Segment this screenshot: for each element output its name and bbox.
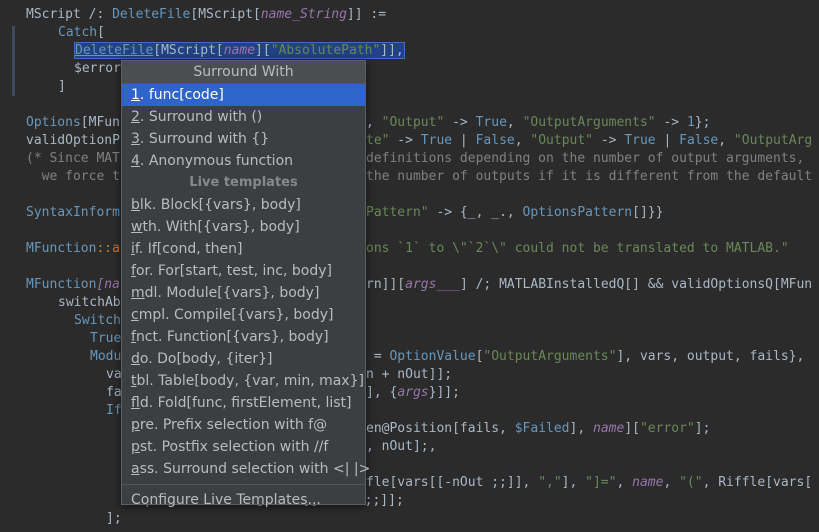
surround-option[interactable]: 1. func[code] [122, 84, 365, 106]
menu-item-label: st. Postfix selection with //f [139, 439, 329, 455]
live-template-item[interactable]: wth. With[{vars}, body] [122, 216, 365, 238]
menu-item-label: . func[code] [139, 87, 224, 103]
mnemonic: p [131, 417, 140, 433]
code-line: True [90, 331, 122, 346]
code-line: va [106, 367, 122, 382]
code-line: fle[vars[[-nOut ;;]], ","], "]=", name, … [366, 475, 813, 490]
code-line: Pattern" -> {_, _., OptionsPattern[]}} [366, 205, 664, 220]
separator [122, 484, 365, 485]
popup-title: Surround With [122, 61, 365, 84]
live-template-item[interactable]: mdl. Module[{vars}, body] [122, 282, 365, 304]
mnemonic: m [131, 285, 145, 301]
code-line: ] [58, 79, 66, 94]
menu-item-label: ss. Surround selection with <| |> [139, 461, 371, 477]
mnemonic: p [131, 439, 140, 455]
code-line: MScript /: DeleteFile[MScript[name_Strin… [26, 7, 387, 22]
menu-item-label: re. Prefix selection with f@ [139, 417, 328, 433]
mnemonic: c [131, 307, 139, 323]
surround-option[interactable]: 3. Surround with {} [122, 128, 365, 150]
surround-options: 1. func[code] 2. Surround with () 3. Surro… [122, 84, 365, 172]
code-line: , "Output" -> True, "OutputArguments" ->… [366, 115, 711, 130]
code-line: Options[MFun [26, 115, 120, 130]
code-line: = OptionValue["OutputArguments"], vars, … [366, 349, 805, 364]
menu-item-label: ld. Fold[func, firstElement, list] [139, 395, 352, 411]
menu-item-label: . Anonymous function [139, 153, 294, 169]
code-line: ], {args}]]; [366, 385, 460, 400]
live-templates-list: blk. Block[{vars}, body] wth. With[{vars}… [122, 194, 370, 480]
mnemonic: 1 [131, 87, 140, 103]
live-templates-header: Live templates [189, 175, 298, 190]
mnemonic: 4 [131, 153, 140, 169]
surround-option[interactable]: 2. Surround with () [122, 106, 365, 128]
code-line: SyntaxInform [26, 205, 120, 220]
menu-item-label: o. Do[body, {iter}] [139, 351, 273, 367]
code-line: n + nOut]]; [366, 367, 453, 382]
code-line: DeleteFile[MScript[name]["AbsolutePath"]… [74, 42, 405, 59]
menu-item-label: dl. Module[{vars}, body] [144, 285, 320, 301]
menu-item-label: f. If[cond, then] [134, 241, 243, 257]
code-line: rn]][args___] /; MATLABInstalledQ[] && v… [366, 277, 813, 292]
code-comment: (* Since MAT [26, 151, 120, 166]
menu-item-label: lk. Block[{vars}, body] [139, 197, 301, 213]
surround-with-popup: Surround With 1. func[code] 2. Surround w… [121, 60, 370, 508]
live-template-item[interactable]: fld. Fold[func, firstElement, list] [122, 392, 365, 414]
code-line: MFunction::a [26, 241, 120, 256]
code-line: Modu [90, 349, 122, 364]
code-line: MFunction[na [26, 277, 120, 292]
live-template-item[interactable]: tbl. Table[body, {var, min, max}] [122, 370, 365, 392]
surround-option[interactable]: 4. Anonymous function [122, 150, 365, 172]
mnemonic: d [131, 351, 140, 367]
code-line: Switch [74, 313, 121, 328]
live-template-item[interactable]: for. For[start, test, inc, body] [122, 260, 365, 282]
code-line: te" -> True | False, "Output" -> True | … [366, 133, 813, 148]
live-template-item[interactable]: pst. Postfix selection with //f [122, 436, 365, 458]
code-line: validOptionP [26, 133, 120, 148]
live-template-item[interactable]: do. Do[body, {iter}] [122, 348, 365, 370]
code-line: , nOut];, [366, 439, 437, 454]
mnemonic: w [131, 219, 143, 235]
code-comment: we force t [26, 169, 120, 184]
code-line: switchAb [58, 295, 121, 310]
mnemonic: a [131, 461, 140, 477]
menu-item-label: or. For[start, test, inc, body] [135, 263, 332, 279]
mnemonic: 3 [131, 131, 140, 147]
mnemonic: 2 [131, 109, 140, 125]
menu-item-label: mpl. Compile[{vars}, body] [138, 307, 334, 323]
code-comment: the number of outputs if it is different… [366, 169, 813, 184]
configure-live-templates-item[interactable]: Configure Live Templates... [122, 489, 365, 511]
fold-gutter-marker [12, 26, 15, 96]
code-line: ]; [106, 511, 122, 526]
code-line: Catch[ [58, 25, 105, 40]
menu-item-label: . Surround with {} [139, 131, 270, 147]
code-comment: definitions depending on the number of o… [366, 151, 805, 166]
menu-item-label: . Surround with () [139, 109, 263, 125]
live-template-item[interactable]: fnct. Function[{vars}, body] [122, 326, 365, 348]
menu-item-label: nct. Function[{vars}, body] [135, 329, 329, 345]
menu-item-label: th. With[{vars}, body] [142, 219, 300, 235]
live-template-item[interactable]: pre. Prefix selection with f@ [122, 414, 365, 436]
code-line: en@Position[fails, $Failed], name]["erro… [366, 421, 711, 436]
live-template-item[interactable]: blk. Block[{vars}, body] [122, 194, 365, 216]
mnemonic: b [131, 197, 140, 213]
live-template-item[interactable]: cmpl. Compile[{vars}, body] [122, 304, 365, 326]
code-line: $error [74, 61, 121, 76]
code-line: If [106, 403, 122, 418]
live-template-item[interactable]: if. If[cond, then] [122, 238, 365, 260]
live-template-item[interactable]: ass. Surround selection with <| |> [122, 458, 370, 480]
mnemonic: f [131, 395, 140, 411]
menu-item-label: bl. Table[body, {var, min, max}] [136, 373, 364, 389]
code-line: ons `1` to \"`2`\" could not be translat… [366, 241, 789, 256]
code-line: fa [106, 385, 122, 400]
